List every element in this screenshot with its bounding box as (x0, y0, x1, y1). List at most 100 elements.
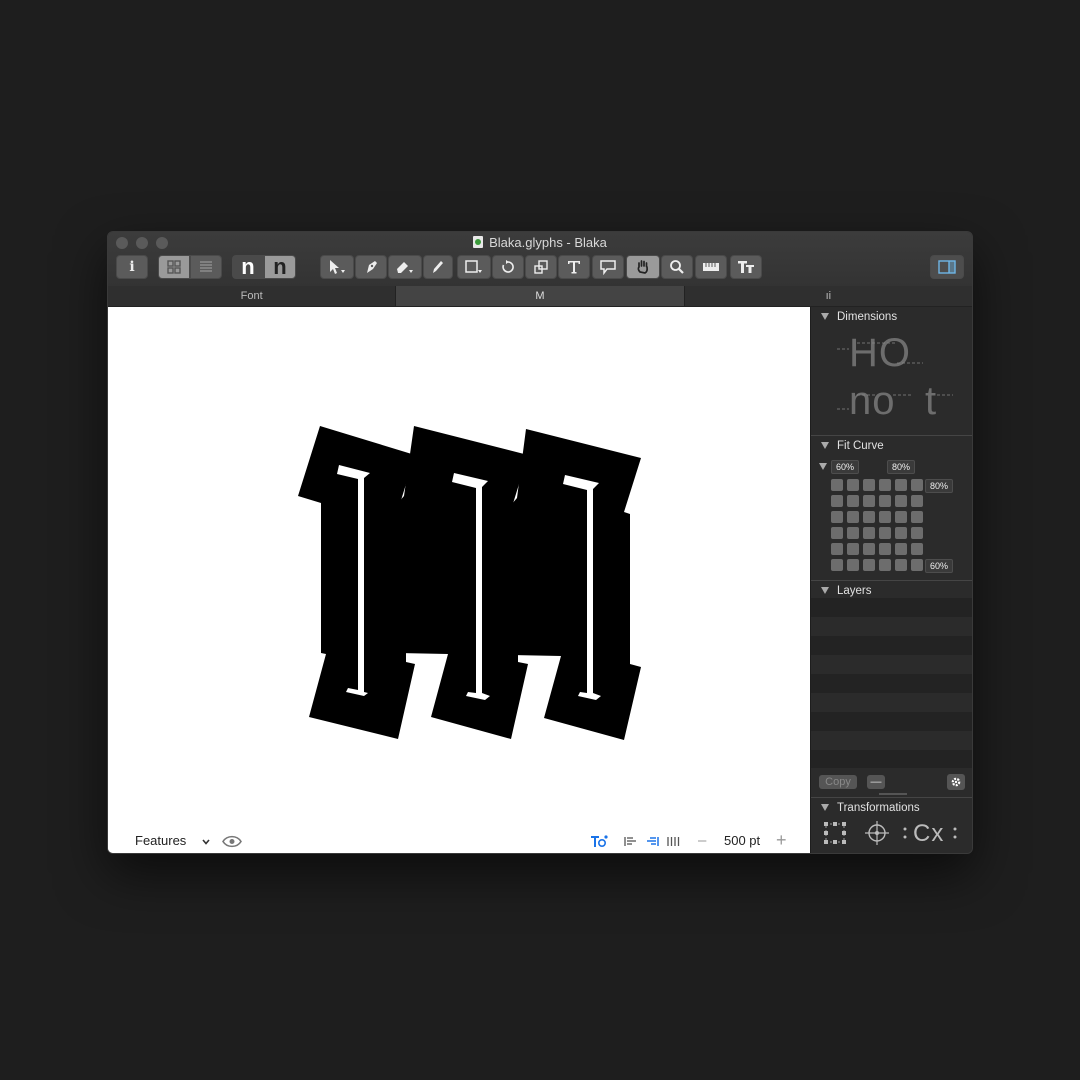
measure-tool-button[interactable] (695, 255, 727, 279)
layers-row[interactable] (811, 712, 972, 731)
select-tool-button[interactable] (320, 255, 354, 279)
align-left-icon[interactable] (624, 836, 637, 847)
fit-curve-header[interactable]: Fit Curve (811, 437, 972, 455)
layers-row[interactable] (811, 674, 972, 693)
draw-tool-button[interactable] (355, 255, 387, 279)
toggle-sidebar-button[interactable] (930, 255, 964, 279)
fit-curve-grid (831, 479, 923, 571)
fit-curve-cell[interactable] (863, 495, 875, 507)
text-tool-icon (568, 261, 580, 274)
fit-curve-top-right-value[interactable]: 80% (887, 460, 916, 474)
preview-inverse-button[interactable]: n (264, 255, 296, 279)
layers-row[interactable] (811, 598, 972, 617)
fit-curve-cell[interactable] (879, 559, 891, 571)
fit-curve-cell[interactable] (879, 543, 891, 555)
annotation-tool-button[interactable] (592, 255, 624, 279)
fit-curve-right-bottom-value[interactable]: 60% (925, 559, 954, 573)
layers-row[interactable] (811, 636, 972, 655)
fit-curve-right-top-value[interactable]: 80% (925, 479, 954, 493)
fit-curve-cell[interactable] (879, 479, 891, 491)
edit-canvas[interactable]: Features – 500 pt + (108, 307, 810, 853)
fit-curve-top-left-value[interactable]: 60% (831, 460, 860, 474)
zoom-out-button[interactable]: – (698, 832, 706, 849)
fit-curve-cell[interactable] (911, 511, 923, 523)
layers-row[interactable] (811, 617, 972, 636)
fit-curve-options-triangle-icon[interactable] (819, 463, 827, 470)
fit-curve-cell[interactable] (863, 479, 875, 491)
hand-tool-button[interactable] (626, 255, 660, 279)
fit-curve-cell[interactable] (911, 559, 923, 571)
fit-curve-cell[interactable] (895, 511, 907, 523)
fit-curve-cell[interactable] (863, 511, 875, 523)
fit-curve-cell[interactable] (847, 511, 859, 523)
align-right-icon[interactable] (646, 836, 659, 847)
layers-title: Layers (837, 585, 872, 597)
align-justify-icon[interactable] (667, 836, 680, 847)
layers-row[interactable] (811, 731, 972, 750)
fit-curve-cell[interactable] (831, 559, 843, 571)
pencil-tool-button[interactable] (423, 255, 453, 279)
fit-curve-cell[interactable] (847, 527, 859, 539)
fit-curve-cell[interactable] (863, 543, 875, 555)
zoom-in-button[interactable]: + (776, 830, 787, 851)
grid-view-button[interactable] (158, 255, 190, 279)
fit-curve-cell[interactable] (879, 527, 891, 539)
fit-curve-cell[interactable] (847, 543, 859, 555)
preview-normal-button[interactable]: n (232, 255, 264, 279)
tab-ii[interactable]: ıi (685, 286, 972, 306)
features-label[interactable]: Features (135, 833, 186, 848)
fit-curve-cell[interactable] (911, 543, 923, 555)
document-icon (473, 236, 484, 248)
fit-curve-cell[interactable] (831, 511, 843, 523)
chevron-down-icon[interactable] (202, 839, 210, 845)
scale-tool-button[interactable] (525, 255, 557, 279)
fit-curve-cell[interactable] (847, 479, 859, 491)
rotate-tool-button[interactable] (492, 255, 524, 279)
layer-options-button[interactable] (947, 774, 965, 790)
fit-curve-cell[interactable] (911, 479, 923, 491)
eye-icon[interactable] (222, 835, 242, 848)
layers-row[interactable] (811, 693, 972, 712)
text-opentype-icon[interactable] (590, 834, 608, 849)
fit-curve-cell[interactable] (879, 495, 891, 507)
remove-layer-button[interactable]: — (867, 775, 885, 789)
info-button[interactable]: i (116, 255, 148, 279)
fit-curve-cell[interactable] (895, 543, 907, 555)
fit-curve-cell[interactable] (863, 559, 875, 571)
fit-curve-cell[interactable] (895, 479, 907, 491)
list-view-button[interactable] (190, 255, 222, 279)
fit-curve-cell[interactable] (863, 527, 875, 539)
grid-view-icon (167, 260, 181, 274)
fit-curve-cell[interactable] (879, 511, 891, 523)
tab-font[interactable]: Font (108, 286, 397, 306)
layers-row[interactable] (811, 655, 972, 674)
layers-row[interactable] (811, 750, 972, 768)
zoom-tool-button[interactable] (661, 255, 693, 279)
fit-curve-cell[interactable] (895, 495, 907, 507)
fit-curve-cell[interactable] (895, 559, 907, 571)
transformations-header[interactable]: Transformations (811, 799, 972, 817)
magnifier-icon (670, 260, 684, 274)
fit-curve-cell[interactable] (831, 543, 843, 555)
fit-curve-cell[interactable] (847, 559, 859, 571)
preview-n-inverse-label: n (273, 254, 287, 279)
cx-label[interactable]: Cx (913, 820, 944, 848)
eraser-tool-button[interactable] (388, 255, 422, 279)
fit-curve-cell[interactable] (895, 527, 907, 539)
tab-m[interactable]: M (396, 286, 685, 306)
fit-curve-cell[interactable] (911, 527, 923, 539)
bounding-box-icon[interactable] (823, 821, 847, 845)
font-size-field[interactable]: 500 pt (724, 833, 760, 848)
primitives-tool-button[interactable] (457, 255, 491, 279)
fit-curve-cell[interactable] (831, 495, 843, 507)
copy-layer-button[interactable]: Copy (819, 775, 857, 789)
fit-curve-cell[interactable] (847, 495, 859, 507)
fit-curve-cell[interactable] (831, 527, 843, 539)
type-tool-button[interactable] (730, 255, 762, 279)
dimensions-header[interactable]: Dimensions (811, 308, 972, 326)
fit-curve-cell[interactable] (831, 479, 843, 491)
resize-handle[interactable] (879, 793, 907, 795)
text-tool-button[interactable] (558, 255, 590, 279)
fit-curve-cell[interactable] (911, 495, 923, 507)
crosshair-origin-icon[interactable] (864, 820, 890, 846)
